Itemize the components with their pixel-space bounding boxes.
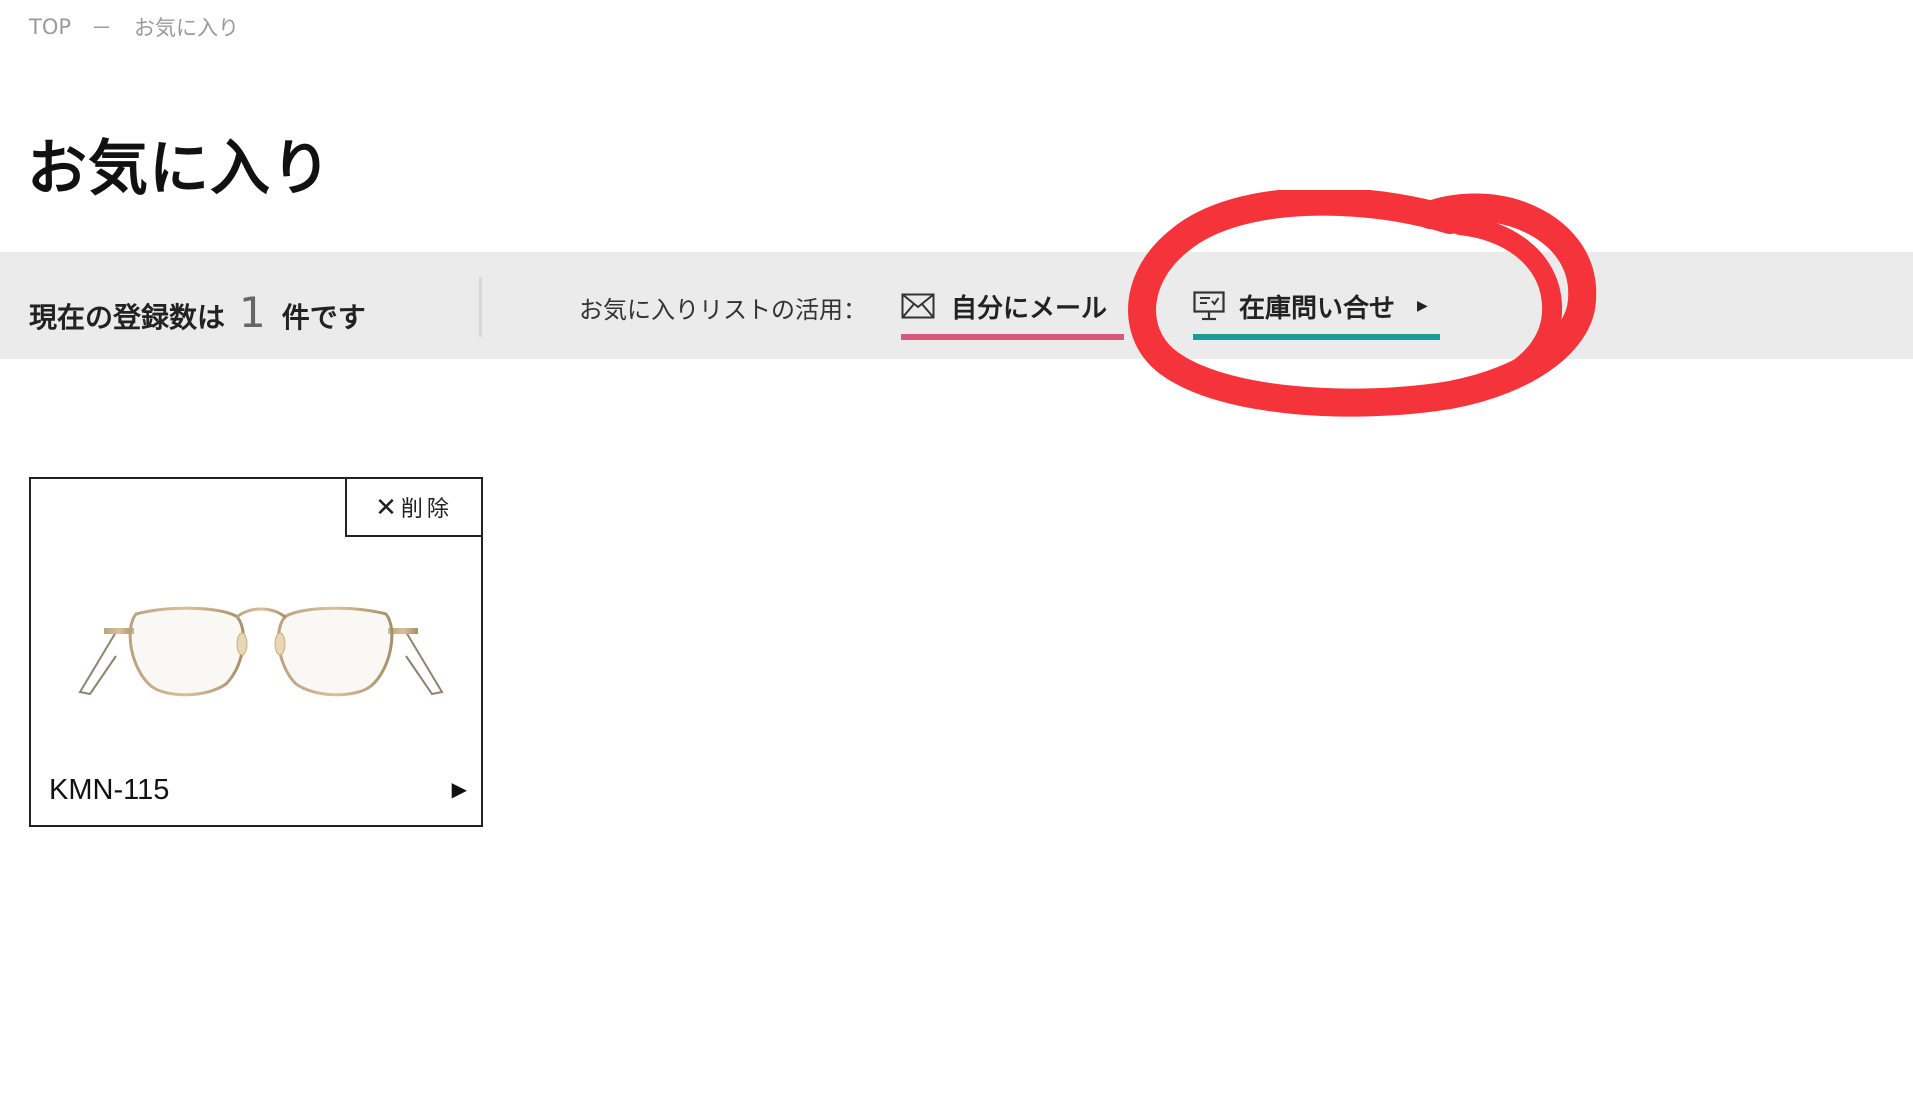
count-prefix: 現在の登録数は [29, 301, 226, 334]
play-arrow-icon: ▶ [451, 777, 467, 801]
email-underline [901, 334, 1124, 340]
favorites-page: TOP － お気に入り お気に入り 現在の登録数は 1 件です お気に入りリスト… [0, 0, 1913, 1119]
divider [479, 277, 482, 337]
breadcrumb-separator: － [91, 16, 113, 40]
count-suffix: 件です [281, 301, 366, 334]
favorites-count: 現在の登録数は 1 件です [29, 288, 366, 337]
email-myself-button[interactable]: 自分にメール [901, 282, 1124, 340]
close-icon: ✕ [375, 491, 397, 522]
glasses-image [78, 606, 444, 697]
delete-label: 削除 [400, 496, 453, 521]
favorites-info-bar: 現在の登録数は 1 件です お気に入りリストの活用： 自分にメール 在庫問い合せ… [0, 252, 1913, 359]
breadcrumb: TOP － お気に入り [29, 12, 239, 42]
stock-inquiry-button[interactable]: 在庫問い合せ ▶ [1193, 282, 1440, 340]
breadcrumb-home-link[interactable]: TOP [29, 15, 71, 39]
play-arrow-icon: ▶ [1417, 298, 1428, 314]
favorites-use-label: お気に入りリストの活用： [579, 296, 867, 324]
stock-inquiry-label: 在庫問い合せ [1239, 293, 1396, 324]
monitor-chat-icon [1193, 291, 1225, 321]
breadcrumb-current: お気に入り [134, 16, 240, 40]
count-value: 1 [239, 288, 266, 337]
favorite-product-card[interactable]: ✕ 削除 KMN-115 ▶ [29, 477, 483, 827]
envelope-icon [901, 293, 935, 319]
stock-inquiry-underline [1193, 334, 1440, 340]
email-myself-label: 自分にメール [951, 293, 1108, 324]
delete-button[interactable]: ✕ 削除 [345, 477, 483, 537]
product-name: KMN-115 [49, 774, 170, 806]
page-title: お気に入り [27, 134, 332, 204]
